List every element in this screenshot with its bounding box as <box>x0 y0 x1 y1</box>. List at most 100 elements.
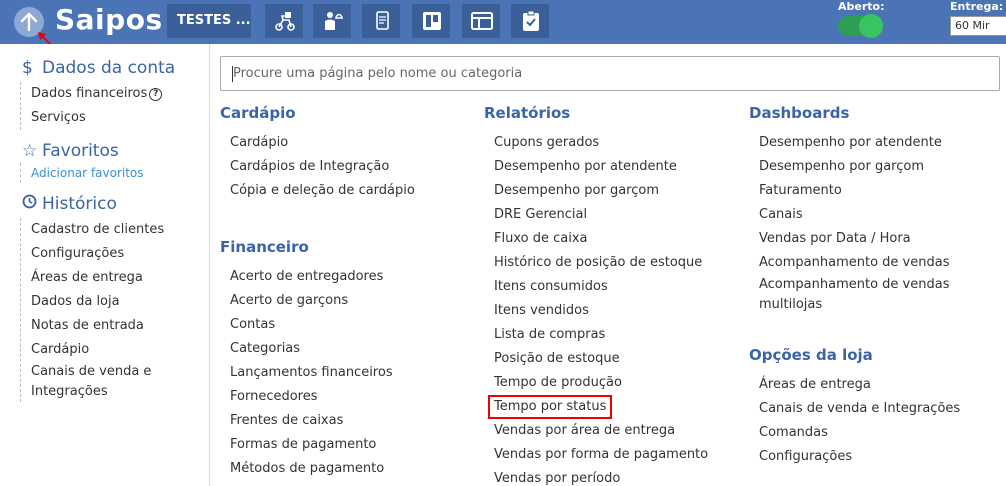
link-item[interactable]: Acerto de entregadores <box>230 265 470 289</box>
link-item[interactable]: Acompanhamento de vendas <box>759 251 964 275</box>
waiter-button[interactable] <box>313 4 351 38</box>
account-list: Dados financeiros? Serviços <box>20 82 163 130</box>
link-item[interactable]: Vendas por período <box>494 467 734 486</box>
opcoes-links: Áreas de entrega Canais de venda e Integ… <box>749 373 964 469</box>
link-item[interactable]: Desempenho por atendente <box>759 131 964 155</box>
top-bar: Saipos TESTES ... Aberto: Entrega: 60 Mi… <box>0 0 1006 44</box>
sidebar-item-servicos[interactable]: Serviços <box>31 106 162 130</box>
favorites-list: Adicionar favoritos <box>20 163 144 183</box>
delivery-time-label: Entrega: <box>950 0 1004 13</box>
category-title-dashboards: Dashboards <box>749 104 850 122</box>
link-item[interactable]: Lançamentos financeiros <box>230 361 470 385</box>
account-title: Dados da conta <box>42 58 176 78</box>
link-item[interactable]: Vendas por forma de pagamento <box>494 443 734 467</box>
history-item[interactable]: Dados da loja <box>31 290 171 314</box>
favorites-title: Favoritos <box>42 141 119 161</box>
history-item[interactable]: Cardápio <box>31 338 171 362</box>
delivery-button[interactable] <box>265 4 303 38</box>
history-item[interactable]: Configurações <box>31 242 171 266</box>
link-item[interactable]: Áreas de entrega <box>759 373 964 397</box>
link-item[interactable]: Histórico de posição de estoque <box>494 251 734 275</box>
app-root: { "header": { "logo": "Saipos", "store":… <box>0 0 1006 486</box>
page-search-input[interactable]: Procure uma página pelo nome ou categori… <box>220 56 1000 91</box>
kanban-button[interactable] <box>412 4 450 38</box>
category-title-relatorios: Relatórios <box>484 104 571 122</box>
add-favorites-link[interactable]: Adicionar favoritos <box>31 163 144 183</box>
link-item[interactable]: Desempenho por garçom <box>759 155 964 179</box>
history-item[interactable]: Notas de entrada <box>31 314 171 338</box>
open-label: Aberto: <box>838 0 885 13</box>
history-item[interactable]: Cadastro de clientes <box>31 218 171 242</box>
category-title-cardapio: Cardápio <box>220 104 296 122</box>
link-item[interactable]: Acerto de garçons <box>230 289 470 313</box>
search-placeholder: Procure uma página pelo nome ou categori… <box>233 66 523 81</box>
delivery-icon <box>275 12 295 31</box>
link-item[interactable]: Acompanhamento de vendas multilojas <box>759 275 954 315</box>
link-item[interactable]: Lista de compras <box>494 323 734 347</box>
link-item[interactable]: Posição de estoque <box>494 347 734 371</box>
link-item[interactable]: Tempo de produção <box>494 371 734 395</box>
help-icon[interactable]: ? <box>149 88 163 101</box>
link-item[interactable]: Cópia e deleção de cardápio <box>230 179 470 203</box>
category-title-financeiro: Financeiro <box>220 238 309 256</box>
link-item[interactable]: Formas de pagamento <box>230 433 470 457</box>
highlight-box <box>488 395 612 419</box>
history-item[interactable]: Canais de venda e Integrações <box>31 362 171 402</box>
tablet-button[interactable] <box>362 4 400 38</box>
tables-button[interactable] <box>462 4 500 38</box>
favorites-section-title[interactable]: ☆ Favoritos <box>22 141 119 161</box>
arrow-up-icon <box>20 12 38 32</box>
sidebar-item-label: Dados financeiros <box>31 86 148 101</box>
link-item[interactable]: Itens vendidos <box>494 299 734 323</box>
history-list: Cadastro de clientes Configurações Áreas… <box>20 218 171 402</box>
link-item[interactable]: Categorias <box>230 337 470 361</box>
link-item[interactable]: Itens consumidos <box>494 275 734 299</box>
sidebar-item-dados-financeiros[interactable]: Dados financeiros? <box>31 82 163 106</box>
link-item[interactable]: Canais <box>759 203 964 227</box>
link-item[interactable]: Faturamento <box>759 179 964 203</box>
checklist-icon <box>523 11 539 31</box>
waiter-icon <box>325 12 343 30</box>
link-item[interactable]: Fluxo de caixa <box>494 227 734 251</box>
link-item[interactable]: Vendas por área de entrega <box>494 419 734 443</box>
dollar-icon: $ <box>22 58 33 78</box>
saipos-logo[interactable]: Saipos <box>55 3 163 36</box>
account-section-title[interactable]: $ Dados da conta <box>22 58 175 78</box>
checklist-button[interactable] <box>511 4 549 38</box>
history-section-title[interactable]: Histórico <box>22 194 117 214</box>
kanban-icon <box>423 12 441 30</box>
column-relatorios: Relatórios Cupons gerados Desempenho por… <box>484 103 734 486</box>
tablet-icon <box>376 11 389 30</box>
toggle-knob <box>859 14 883 38</box>
open-toggle[interactable] <box>838 14 883 38</box>
column-dashboards-opcoes: Dashboards Desempenho por atendente Dese… <box>749 103 964 469</box>
dashboards-links: Desempenho por atendente Desempenho por … <box>749 131 964 315</box>
link-item[interactable]: Canais de venda e Integrações <box>759 397 964 421</box>
column-cardapio-financeiro: Cardápio Cardápio Cardápios de Integraçã… <box>220 103 470 481</box>
link-item[interactable]: Fornecedores <box>230 385 470 409</box>
category-title-opcoes: Opções da loja <box>749 346 873 364</box>
text-caret <box>232 66 233 82</box>
clock-icon <box>22 194 38 214</box>
link-item[interactable]: Métodos de pagamento <box>230 457 470 481</box>
delivery-time-select[interactable]: 60 Mir <box>950 16 1006 36</box>
link-item[interactable]: Desempenho por atendente <box>494 155 734 179</box>
link-item[interactable]: Vendas por Data / Hora <box>759 227 964 251</box>
link-item[interactable]: DRE Gerencial <box>494 203 734 227</box>
history-title: Histórico <box>42 194 117 214</box>
link-item[interactable]: Configurações <box>759 445 964 469</box>
link-item[interactable]: Comandas <box>759 421 964 445</box>
link-item[interactable]: Cardápio <box>230 131 470 155</box>
link-item[interactable]: Desempenho por garçom <box>494 179 734 203</box>
link-item[interactable]: Cupons gerados <box>494 131 734 155</box>
link-item[interactable]: Cardápios de Integração <box>230 155 470 179</box>
link-item[interactable]: Frentes de caixas <box>230 409 470 433</box>
cardapio-links: Cardápio Cardápios de Integração Cópia e… <box>220 131 470 203</box>
table-icon <box>471 12 493 30</box>
financeiro-links: Acerto de entregadores Acerto de garçons… <box>220 265 470 481</box>
link-item-tempo-por-status[interactable]: Tempo por status <box>488 395 734 419</box>
relatorios-links: Cupons gerados Desempenho por atendente … <box>484 131 734 486</box>
history-item[interactable]: Áreas de entrega <box>31 266 171 290</box>
link-item[interactable]: Contas <box>230 313 470 337</box>
store-selector-button[interactable]: TESTES ... <box>167 4 251 38</box>
